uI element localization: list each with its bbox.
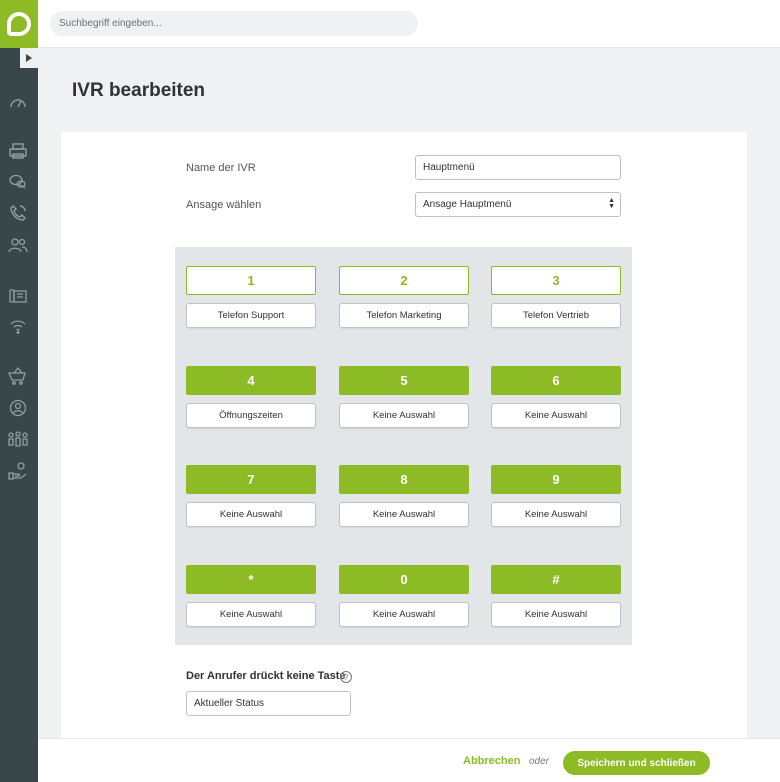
keypad-key-hash[interactable]: #	[491, 565, 621, 594]
search-input[interactable]	[50, 11, 418, 36]
phone-icon[interactable]	[7, 202, 29, 224]
wifi-icon[interactable]	[7, 315, 29, 337]
desk-phone-icon[interactable]	[7, 284, 29, 306]
keypad-target-select[interactable]: Keine Auswahl	[339, 502, 469, 527]
cancel-link[interactable]: Abbrechen	[463, 755, 520, 767]
help-icon[interactable]: ?	[340, 671, 352, 683]
announcement-label: Ansage wählen	[186, 199, 262, 211]
keypad-target-select[interactable]: Öffnungszeiten	[186, 403, 316, 428]
select-arrows-icon: ▲ ▼	[608, 197, 615, 210]
user-circle-icon[interactable]	[7, 397, 29, 419]
keypad-target-select[interactable]: Keine Auswahl	[186, 602, 316, 627]
no-key-pressed-label: Der Anrufer drückt keine Taste	[186, 670, 346, 682]
footer-bar: Abbrechen oder Speichern und schließen	[38, 738, 780, 782]
fax-icon[interactable]	[7, 140, 29, 162]
keypad-key-5[interactable]: 5	[339, 366, 469, 395]
keypad-key-1[interactable]: 1	[186, 266, 316, 295]
or-text: oder	[529, 756, 550, 767]
announcement-select[interactable]: Ansage Hauptmenü ▲ ▼	[415, 192, 621, 217]
logo-ring-icon	[7, 12, 31, 36]
keypad-target-select[interactable]: Keine Auswahl	[491, 403, 621, 428]
ivr-name-field[interactable]	[415, 155, 621, 180]
keypad-target-select[interactable]: Keine Auswahl	[186, 502, 316, 527]
sidebar	[0, 0, 38, 782]
hand-coin-icon[interactable]	[7, 460, 29, 482]
team-icon[interactable]	[7, 428, 29, 450]
announcement-select-value: Ansage Hauptmenü	[423, 199, 512, 210]
page-title: IVR bearbeiten	[72, 80, 206, 101]
save-and-close-button[interactable]: Speichern und schließen	[563, 751, 710, 775]
keypad-key-8[interactable]: 8	[339, 465, 469, 494]
ivr-name-label: Name der IVR	[186, 162, 256, 174]
keypad-target-select[interactable]: Keine Auswahl	[491, 602, 621, 627]
no-key-target-field[interactable]: Aktueller Status	[186, 691, 351, 716]
keypad-target-select[interactable]: Telefon Vertrieb	[491, 303, 621, 328]
app-logo[interactable]	[0, 0, 38, 48]
keypad-key-0[interactable]: 0	[339, 565, 469, 594]
keypad-key-6[interactable]: 6	[491, 366, 621, 395]
top-bar	[38, 0, 780, 48]
keypad-target-select[interactable]: Keine Auswahl	[339, 403, 469, 428]
keypad-target-select[interactable]: Keine Auswahl	[491, 502, 621, 527]
keypad-key-star[interactable]: *	[186, 565, 316, 594]
keypad-target-select[interactable]: Keine Auswahl	[339, 602, 469, 627]
keypad-key-3[interactable]: 3	[491, 266, 621, 295]
sidebar-expand-button[interactable]	[18, 48, 38, 70]
keypad-key-2[interactable]: 2	[339, 266, 469, 295]
chat-icon[interactable]	[7, 171, 29, 193]
dashboard-icon[interactable]	[7, 91, 29, 113]
keypad-key-9[interactable]: 9	[491, 465, 621, 494]
keypad-target-select[interactable]: Telefon Support	[186, 303, 316, 328]
cart-icon[interactable]	[7, 365, 29, 387]
play-icon	[26, 54, 32, 62]
keypad-target-select[interactable]: Telefon Marketing	[339, 303, 469, 328]
keypad-key-7[interactable]: 7	[186, 465, 316, 494]
keypad-key-4[interactable]: 4	[186, 366, 316, 395]
users-icon[interactable]	[7, 234, 29, 256]
